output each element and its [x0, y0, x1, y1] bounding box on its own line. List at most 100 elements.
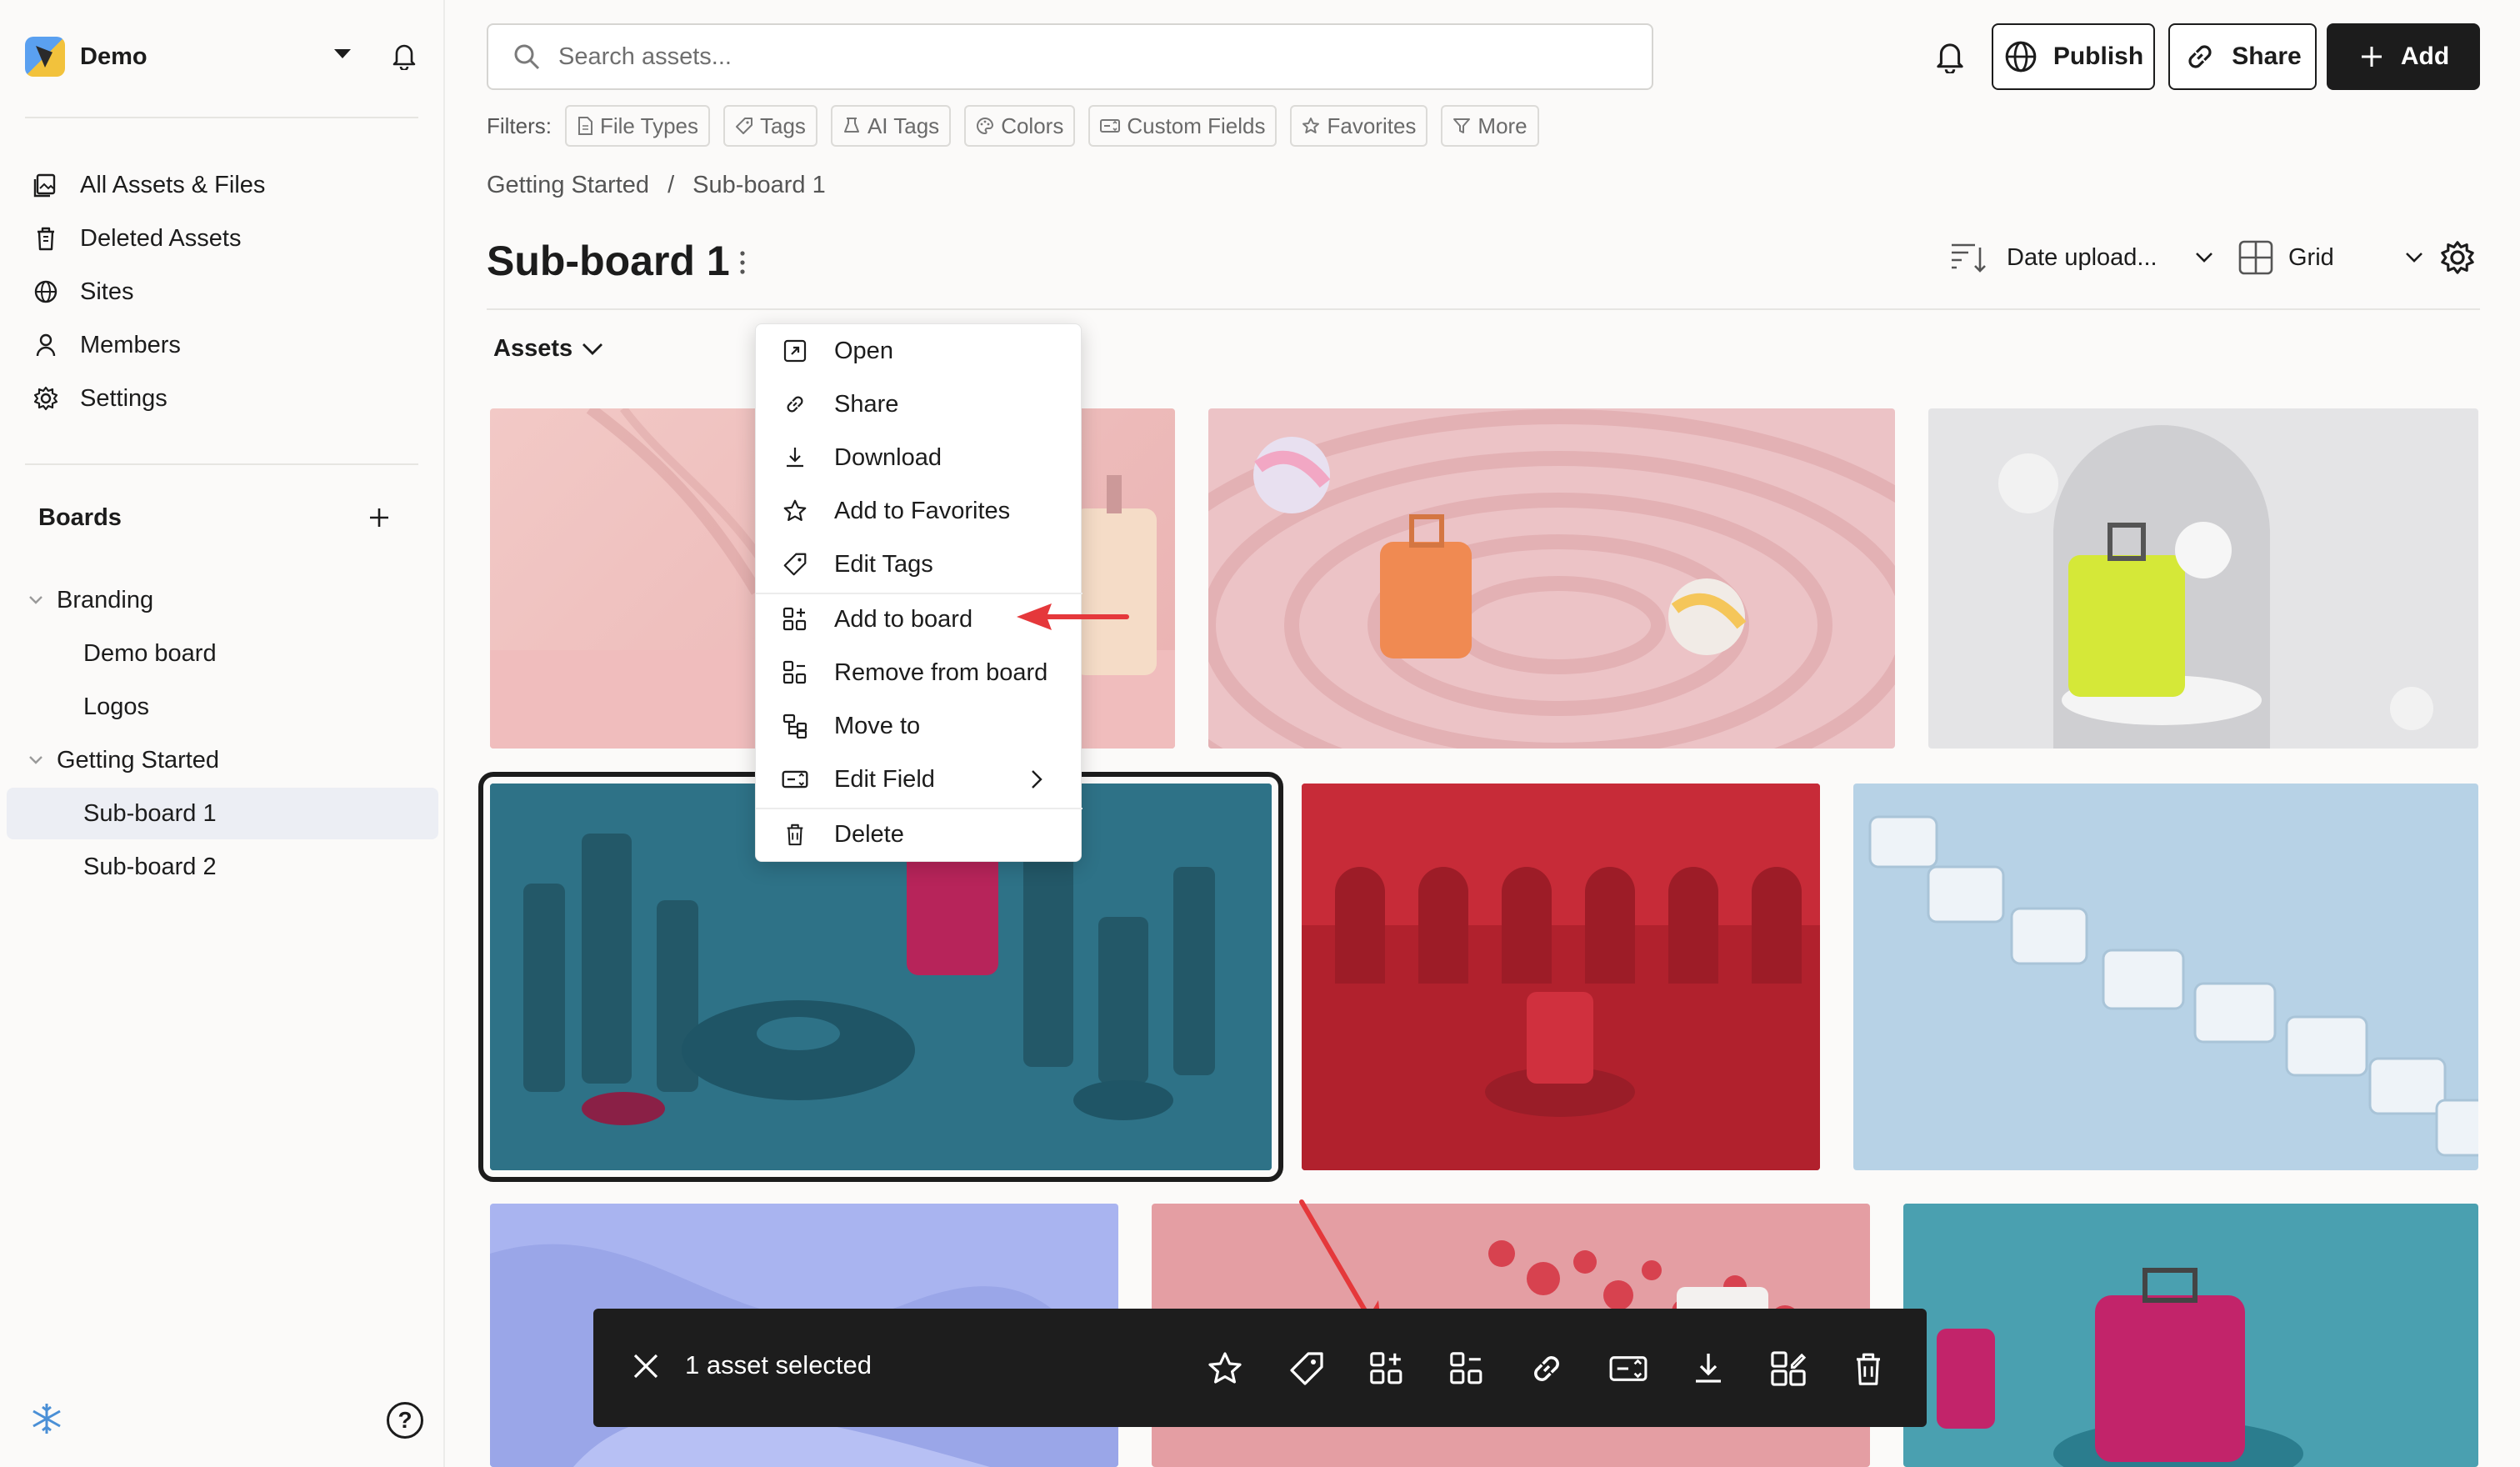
- filter-ai-tags[interactable]: AI Tags: [830, 105, 952, 147]
- view-settings-gear-icon[interactable]: [2440, 240, 2475, 275]
- tree-board-demo-board[interactable]: Demo board: [7, 628, 438, 679]
- nav-settings[interactable]: Settings: [32, 378, 423, 418]
- close-icon[interactable]: [630, 1350, 662, 1382]
- menu-item-delete[interactable]: Delete: [756, 808, 1082, 861]
- menu-item-label: Add to board: [834, 605, 973, 633]
- tree-board-branding[interactable]: Branding: [7, 574, 438, 626]
- nav-members[interactable]: Members: [32, 325, 423, 365]
- add-to-board-button[interactable]: [1367, 1349, 1407, 1389]
- menu-item-open[interactable]: Open: [756, 324, 1082, 378]
- bell-icon[interactable]: [392, 42, 417, 70]
- share-link-button[interactable]: [1527, 1349, 1567, 1389]
- asset-image: [1208, 409, 1895, 749]
- assets-label: Assets: [493, 335, 573, 362]
- tree-board-sub-board-2[interactable]: Sub-board 2: [7, 841, 438, 893]
- menu-item-share[interactable]: Share: [756, 378, 1082, 431]
- add-board-plus-icon[interactable]: [365, 503, 393, 532]
- nav-label: Settings: [80, 384, 168, 412]
- menu-item-download[interactable]: Download: [756, 431, 1082, 484]
- asset-tile[interactable]: [1853, 784, 2478, 1170]
- tree-label: Demo board: [83, 639, 217, 667]
- star-icon: [1302, 118, 1320, 133]
- asset-image: [1937, 1268, 2303, 1467]
- selection-toolbar: 1 asset selected: [593, 1309, 1927, 1427]
- filter-label: Favorites: [1327, 113, 1417, 138]
- nav-deleted-assets[interactable]: Deleted Assets: [32, 218, 423, 258]
- menu-item-label: Open: [834, 337, 893, 364]
- remove-from-board-button[interactable]: [1447, 1349, 1487, 1389]
- tree-label: Getting Started: [57, 746, 220, 774]
- help-icon[interactable]: ?: [387, 1402, 423, 1439]
- search-input[interactable]: [558, 43, 1558, 71]
- tag-button[interactable]: [1287, 1349, 1327, 1389]
- menu-item-edit-tags[interactable]: Edit Tags: [756, 538, 1082, 591]
- chevron-right-icon: [1032, 770, 1042, 789]
- asset-tile[interactable]: [1208, 408, 1895, 749]
- tree-board-logos[interactable]: Logos: [7, 681, 438, 733]
- tree-board-getting-started[interactable]: Getting Started: [7, 734, 438, 786]
- boards-heading: Boards: [38, 504, 122, 531]
- nav-all-assets[interactable]: All Assets & Files: [32, 165, 423, 205]
- chevron-down-icon[interactable]: [27, 754, 45, 766]
- snowflake-logo-icon[interactable]: [28, 1400, 65, 1437]
- chevron-down-icon: [2405, 253, 2422, 263]
- download-icon: [781, 446, 809, 469]
- asset-tile[interactable]: [1928, 408, 2478, 749]
- assets-dropdown[interactable]: Assets: [493, 335, 604, 363]
- menu-item-remove-from-board[interactable]: Remove from board: [756, 646, 1082, 699]
- menu-item-edit-field[interactable]: Edit Field: [756, 753, 1082, 806]
- sidebar: Demo All Assets & Files Deleted Assets S…: [0, 0, 445, 1467]
- user-icon: [32, 331, 60, 359]
- delete-button[interactable]: [1848, 1349, 1888, 1389]
- trash-icon: [1857, 1353, 1880, 1385]
- chevron-down-icon[interactable]: [27, 594, 45, 606]
- menu-item-move-to[interactable]: Move to: [756, 699, 1082, 753]
- link-icon: [781, 393, 809, 416]
- download-button[interactable]: [1688, 1349, 1728, 1389]
- filter-tags[interactable]: Tags: [723, 105, 818, 147]
- tag-icon: [781, 552, 809, 577]
- filter-more[interactable]: More: [1441, 105, 1539, 147]
- publish-label: Publish: [2052, 43, 2144, 70]
- view-dropdown[interactable]: Grid: [2238, 237, 2424, 278]
- breadcrumb-parent[interactable]: Getting Started: [487, 172, 649, 199]
- context-menu: Open Share Download Add to Favorites Edi…: [755, 323, 1082, 862]
- tree-board-sub-board-1[interactable]: Sub-board 1: [7, 788, 438, 839]
- menu-item-label: Edit Tags: [834, 550, 933, 578]
- remove-board-icon: [781, 660, 809, 685]
- nav-sites[interactable]: Sites: [32, 272, 423, 312]
- filter-label: Colors: [1001, 113, 1064, 138]
- move-icon: [781, 713, 809, 739]
- filter-custom-fields[interactable]: Custom Fields: [1088, 105, 1278, 147]
- favorite-button[interactable]: [1205, 1349, 1245, 1389]
- filter-label: Custom Fields: [1127, 113, 1266, 138]
- filter-icon: [1453, 118, 1471, 133]
- sort-dropdown[interactable]: Date upload...: [1950, 237, 2214, 278]
- selection-count: 1 asset selected: [685, 1350, 872, 1379]
- filter-colors[interactable]: Colors: [964, 105, 1076, 147]
- edit-boards-button[interactable]: [1768, 1349, 1808, 1389]
- boards-edit-icon: [1771, 1351, 1807, 1386]
- add-button[interactable]: Add: [2327, 23, 2480, 90]
- edit-field-button[interactable]: [1608, 1349, 1648, 1389]
- workspace-switcher[interactable]: Demo: [25, 33, 425, 80]
- filter-file-types[interactable]: File Types: [565, 105, 711, 147]
- workspace-name: Demo: [80, 43, 148, 70]
- share-button[interactable]: Share: [2168, 23, 2317, 90]
- menu-item-label: Edit Field: [834, 765, 935, 793]
- caret-down-icon[interactable]: [333, 48, 352, 60]
- asset-tile[interactable]: [1302, 784, 1820, 1170]
- workspace-logo: [25, 37, 65, 77]
- asset-tile[interactable]: [1903, 1204, 2478, 1467]
- publish-button[interactable]: Publish: [1992, 23, 2155, 90]
- filter-label: More: [1478, 113, 1528, 138]
- filter-favorites[interactable]: Favorites: [1290, 105, 1428, 147]
- palette-icon: [977, 117, 994, 135]
- more-vertical-icon[interactable]: [737, 248, 748, 277]
- field-icon: [1100, 119, 1121, 133]
- menu-item-add-to-favorites[interactable]: Add to Favorites: [756, 484, 1082, 538]
- notifications-bell-icon[interactable]: [1935, 40, 1965, 73]
- search-field[interactable]: [487, 23, 1653, 90]
- globe-icon: [2005, 41, 2037, 73]
- nav-label: Deleted Assets: [80, 224, 242, 252]
